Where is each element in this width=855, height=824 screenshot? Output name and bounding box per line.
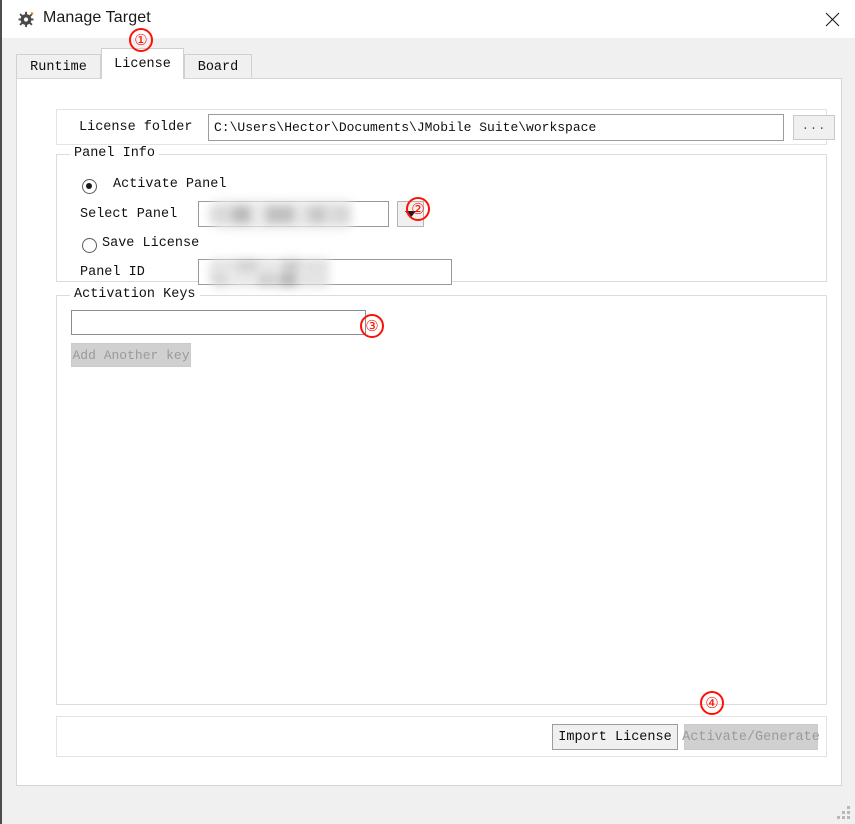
tab-license-label: License — [114, 56, 171, 72]
radio-activate-panel-label: Activate Panel — [113, 177, 227, 192]
license-folder-label: License folder — [79, 120, 193, 135]
activation-keys-group: Activation Keys Add Another key — [56, 287, 827, 705]
tab-license[interactable]: License — [101, 48, 184, 79]
chevron-down-icon — [405, 205, 416, 223]
title-bar: Manage Target — [2, 0, 855, 38]
resize-grip[interactable] — [835, 805, 851, 821]
panel-info-group: Panel Info Activate Panel Select Panel S… — [56, 146, 827, 287]
license-tab-panel: License folder C:\Users\Hector\Documents… — [16, 78, 842, 786]
gear-icon — [18, 10, 36, 28]
panel-info-group-title: Panel Info — [70, 146, 160, 161]
activate-generate-button[interactable]: Activate/Generate — [682, 724, 820, 750]
activation-keys-group-title: Activation Keys — [70, 287, 200, 302]
tab-runtime[interactable]: Runtime — [16, 54, 101, 79]
radio-save-license[interactable] — [82, 238, 97, 253]
license-folder-input[interactable]: C:\Users\Hector\Documents\JMobile Suite\… — [208, 114, 784, 141]
tab-board[interactable]: Board — [184, 54, 252, 79]
radio-activate-panel[interactable] — [82, 179, 97, 194]
tab-board-label: Board — [197, 59, 239, 75]
panel-id-label: Panel ID — [80, 265, 145, 280]
manage-target-dialog: Manage Target Runtime License Board Lice… — [0, 0, 855, 824]
license-inner-panel: License folder C:\Users\Hector\Documents… — [29, 90, 835, 768]
import-license-button[interactable]: Import License — [552, 724, 678, 750]
tab-strip: Runtime License Board — [4, 38, 855, 79]
activation-key-input[interactable] — [71, 310, 366, 335]
window-title: Manage Target — [43, 9, 151, 26]
browse-folder-button[interactable]: ... — [793, 115, 835, 140]
add-another-key-button[interactable]: Add Another key — [71, 343, 191, 367]
license-folder-row: License folder C:\Users\Hector\Documents… — [56, 109, 835, 145]
close-window-button[interactable] — [809, 0, 855, 38]
select-panel-combobox[interactable] — [198, 201, 389, 227]
panel-id-input[interactable] — [198, 259, 452, 285]
tab-runtime-label: Runtime — [30, 59, 87, 75]
select-panel-dropdown[interactable] — [397, 201, 424, 227]
select-panel-label: Select Panel — [80, 207, 178, 222]
dialog-button-bar: Import License Activate/Generate — [56, 716, 827, 757]
radio-save-license-label: Save License — [102, 236, 200, 251]
